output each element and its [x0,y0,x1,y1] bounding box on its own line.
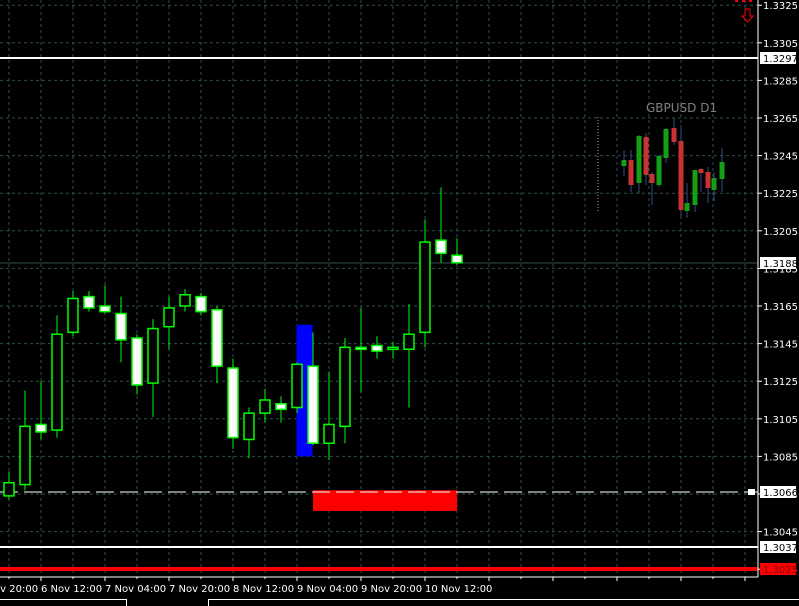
price-chart[interactable]: 1.3325 1.3305 1.3285 1.3265 1.3245 1.3225 1.32… [0,0,799,604]
price-level-label: 1.3297 [763,54,798,65]
y-axis-label: 1.3225 [763,189,798,200]
candle-bear [355,346,367,351]
level-marker [748,489,755,495]
candle-bull [339,346,351,428]
x-axis-label: 5 Nov 20:00 [0,584,38,595]
candle-bear [435,239,447,255]
candle-bear [227,367,239,439]
signal-mark [749,0,752,2]
inset-candle [711,178,717,190]
candle-bear [83,295,95,309]
y-axis-label: 1.3305 [763,39,798,50]
candle-bull [19,425,31,486]
y-axis-label: 1.3045 [763,528,798,539]
candle-bull [259,399,271,414]
inset-candle [656,156,662,185]
candle-bear [131,337,143,386]
inset-symbol-label: GBPUSD D1 [646,101,717,115]
signal-mark [735,0,738,2]
y-axis-label: 1.3165 [763,302,798,313]
x-axis-label: 9 Nov 20:00 [361,584,422,595]
inset-candle [649,174,655,183]
candle-bull [291,363,303,409]
candle-bull [3,481,15,497]
candle-bear [115,312,127,341]
red-zone [313,490,457,511]
candle-bull [403,333,415,350]
candle-bull [323,423,335,444]
candle-bull [419,241,431,334]
price-level-label: 1.3037 [763,543,798,554]
x-axis-label: 7 Nov 04:00 [105,584,166,595]
x-axis-label: 7 Nov 20:00 [169,584,230,595]
y-axis-label: 1.3105 [763,415,798,426]
inset-candle [705,172,711,188]
candle-bull [67,297,79,334]
inset-candle [636,136,642,183]
candle-bull [51,333,63,431]
x-axis-label: 9 Nov 04:00 [297,584,358,595]
candle-bull [387,346,399,351]
y-axis-label: 1.3085 [763,452,798,463]
y-axis-label: 1.3125 [763,377,798,388]
inset-candle [678,141,684,210]
candle-bear [275,403,287,411]
price-level-label: 1.3188 [763,259,798,270]
x-axis-label: 6 Nov 12:00 [41,584,102,595]
down-arrow-icon [740,8,755,23]
candle-bull [243,412,255,441]
candle-bull [147,327,159,384]
y-axis-label: 1.3245 [763,152,798,163]
candle-bear [35,423,47,433]
y-axis-label: 1.3325 [763,1,798,12]
inset-candle [628,160,634,185]
candle-bull [179,293,191,307]
inset-candle [671,128,677,142]
y-axis-label: 1.3285 [763,76,798,87]
inset-candle [621,160,627,166]
candle-bear [99,305,111,313]
candle-bear [371,344,383,352]
chart-tab-1[interactable] [0,599,127,606]
candle-bear [307,365,319,444]
candle-bull [163,307,175,328]
signal-mark [742,0,745,2]
y-axis-label: 1.3205 [763,227,798,238]
candle-bear [195,295,207,313]
x-axis-label: 8 Nov 12:00 [233,584,294,595]
chart-tab-2[interactable] [208,599,799,606]
inset-candle [684,203,690,211]
inset-candle [698,169,704,173]
y-axis-label: 1.3145 [763,340,798,351]
inset-candle [663,129,669,158]
price-level-label: 1.3066 [763,488,798,499]
candle-bear [211,309,223,367]
inset-candle [643,137,649,175]
x-axis-label: 10 Nov 12:00 [425,584,492,595]
inset-candle [719,162,725,179]
price-level-label: 1.3025 [763,565,798,576]
y-axis-label: 1.3265 [763,114,798,125]
candle-bear [451,254,463,264]
inset-candle [692,170,698,205]
